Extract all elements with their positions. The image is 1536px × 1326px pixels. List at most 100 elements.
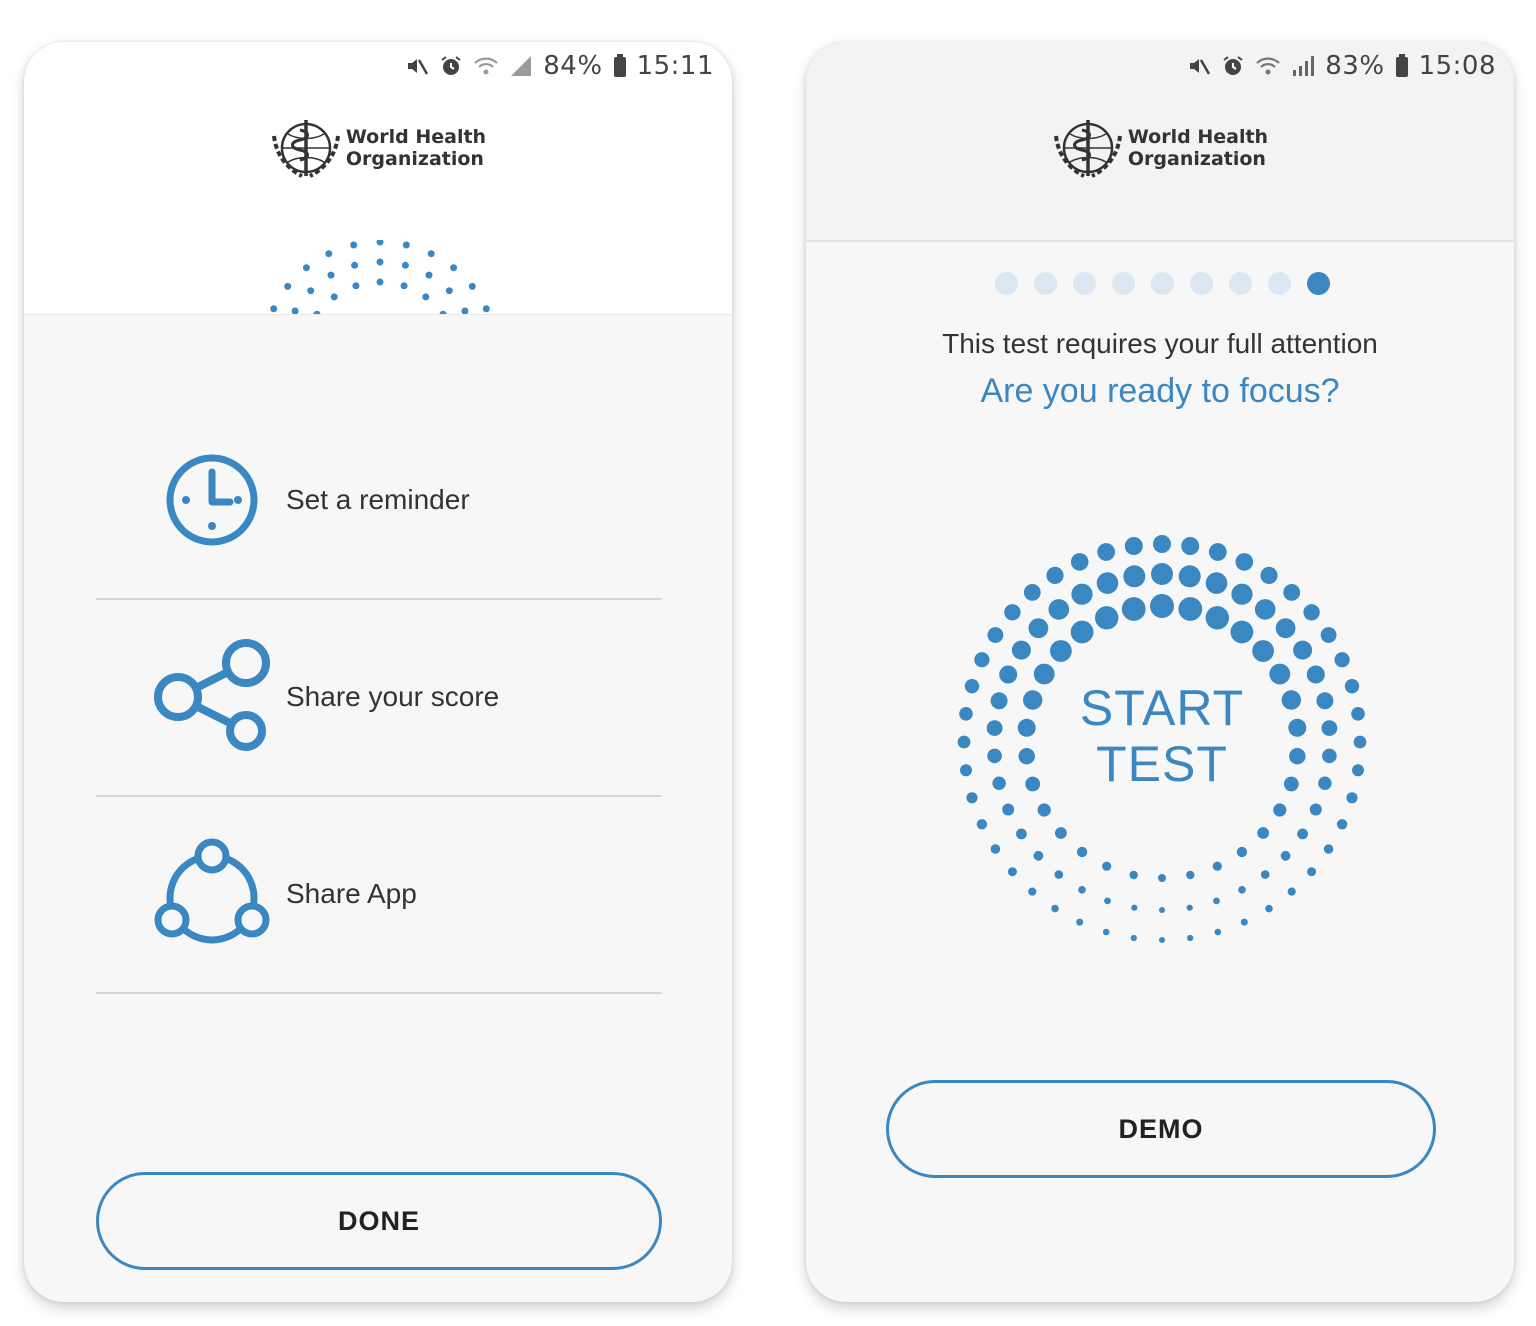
ring-dot: [1230, 620, 1254, 644]
page-indicator: [806, 272, 1514, 295]
status-bar: 84% 15:11: [24, 42, 732, 90]
ring-dot: [1131, 904, 1138, 911]
ring-dot: [1159, 907, 1165, 913]
demo-button[interactable]: DEMO: [886, 1080, 1436, 1178]
alarm-icon: [441, 56, 461, 75]
ring-dot: [1238, 886, 1246, 894]
ring-dot: [1186, 870, 1195, 880]
ring-dot: [1293, 640, 1313, 660]
ring-dot: [1004, 604, 1021, 621]
ring-dot: [461, 307, 469, 314]
ring-dot: [1186, 904, 1193, 911]
ring-dot: [1265, 904, 1273, 913]
page-dot: [1228, 272, 1252, 295]
ring-dot: [1071, 583, 1093, 605]
ring-dot: [1011, 640, 1031, 660]
ring-dot: [1257, 827, 1269, 839]
ring-dot: [1260, 566, 1278, 584]
ring-dot: [376, 240, 384, 246]
battery-percent: 84%: [543, 51, 603, 81]
start-test-button[interactable]: START TEST: [952, 532, 1372, 952]
ring-dot: [1212, 861, 1222, 871]
ring-dot: [1023, 584, 1041, 601]
ring-dot: [1336, 819, 1348, 830]
status-bar: 83% 15:08: [806, 42, 1514, 90]
page-dot-active: [1306, 272, 1330, 295]
ring-dot: [1076, 918, 1084, 926]
ring-dot: [1205, 606, 1229, 630]
ring-dot: [1309, 803, 1322, 816]
ring-dot: [1102, 928, 1110, 936]
status-time: 15:11: [636, 51, 714, 81]
who-name-line1: World Health: [345, 126, 487, 148]
who-emblem-icon: [271, 120, 340, 178]
ring-dot: [284, 282, 292, 290]
ring-dot: [1051, 904, 1059, 913]
ring-dot: [1037, 803, 1051, 817]
ring-dot: [1213, 897, 1220, 905]
ring-dot: [1275, 618, 1296, 639]
ring-dot: [450, 264, 458, 272]
mute-icon: [408, 59, 429, 75]
ring-dot: [1178, 597, 1203, 621]
who-name-line2: Organization: [1127, 148, 1266, 170]
clock-icon: [166, 454, 258, 546]
ring-dot: [1334, 652, 1350, 668]
ring-dot: [1205, 572, 1228, 594]
ring-dot: [351, 261, 359, 269]
page-dot: [1111, 272, 1135, 295]
ring-dot: [468, 282, 476, 290]
ring-dot: [445, 287, 453, 295]
ring-dot: [1028, 887, 1037, 896]
ring-dot: [1007, 867, 1017, 877]
ring-dot: [1297, 828, 1308, 840]
phone-screen-left: 84% 15:11 World Health Organization Set …: [24, 42, 732, 1302]
ring-dot: [1240, 918, 1248, 926]
ring-dot: [1260, 870, 1270, 879]
ring-dot: [1102, 861, 1112, 871]
ring-dot: [990, 844, 1001, 854]
ring-dot: [1236, 846, 1248, 858]
start-test-label: START TEST: [952, 680, 1372, 792]
done-button[interactable]: DONE: [96, 1172, 662, 1270]
ring-dot: [1187, 934, 1194, 942]
ring-dot: [1078, 886, 1086, 894]
status-time: 15:08: [1418, 51, 1496, 81]
ring-dot: [350, 241, 358, 249]
menu-item-share-score[interactable]: Share your score: [96, 599, 662, 797]
focus-question: Are you ready to focus?: [980, 372, 1340, 410]
header-area: 84% 15:11 World Health Organization: [24, 42, 732, 315]
battery-percent: 83%: [1325, 51, 1385, 81]
ring-dot: [1097, 543, 1116, 561]
page-dot: [1189, 272, 1213, 295]
ring-dot: [1016, 828, 1027, 840]
header-area: 83% 15:08 World Health Organization: [806, 42, 1514, 242]
ring-dot: [1104, 897, 1111, 905]
ring-dot: [376, 258, 384, 266]
ring-dot: [270, 305, 278, 313]
ring-dot: [1046, 566, 1064, 584]
ring-dot: [422, 293, 430, 301]
ring-dot: [402, 241, 410, 249]
signal-icon: [511, 56, 532, 76]
battery-icon: [1395, 54, 1408, 77]
signal-icon: [1293, 56, 1315, 76]
ring-dot: [1070, 553, 1089, 571]
ring-dot: [1150, 594, 1174, 618]
start-label-line2: TEST: [1096, 736, 1228, 792]
ring-dot: [425, 271, 433, 279]
ring-dot: [325, 250, 333, 258]
menu-item-share-app[interactable]: Share App: [96, 796, 662, 994]
ring-dot: [307, 287, 315, 295]
ring-dot: [330, 293, 338, 301]
ring-dot: [1054, 870, 1064, 879]
phone-screen-right: 83% 15:08 World Health Organization This…: [806, 42, 1514, 1302]
dotted-circle-peek: [270, 240, 490, 314]
menu-item-set-reminder[interactable]: Set a reminder: [96, 402, 662, 600]
share-app-icon: [154, 838, 270, 944]
ring-dot: [1208, 543, 1227, 561]
ring-dot: [1124, 537, 1143, 555]
menu-label-set-reminder: Set a reminder: [286, 484, 470, 515]
ring-dot: [1303, 604, 1320, 621]
wifi-icon: [1256, 57, 1281, 75]
